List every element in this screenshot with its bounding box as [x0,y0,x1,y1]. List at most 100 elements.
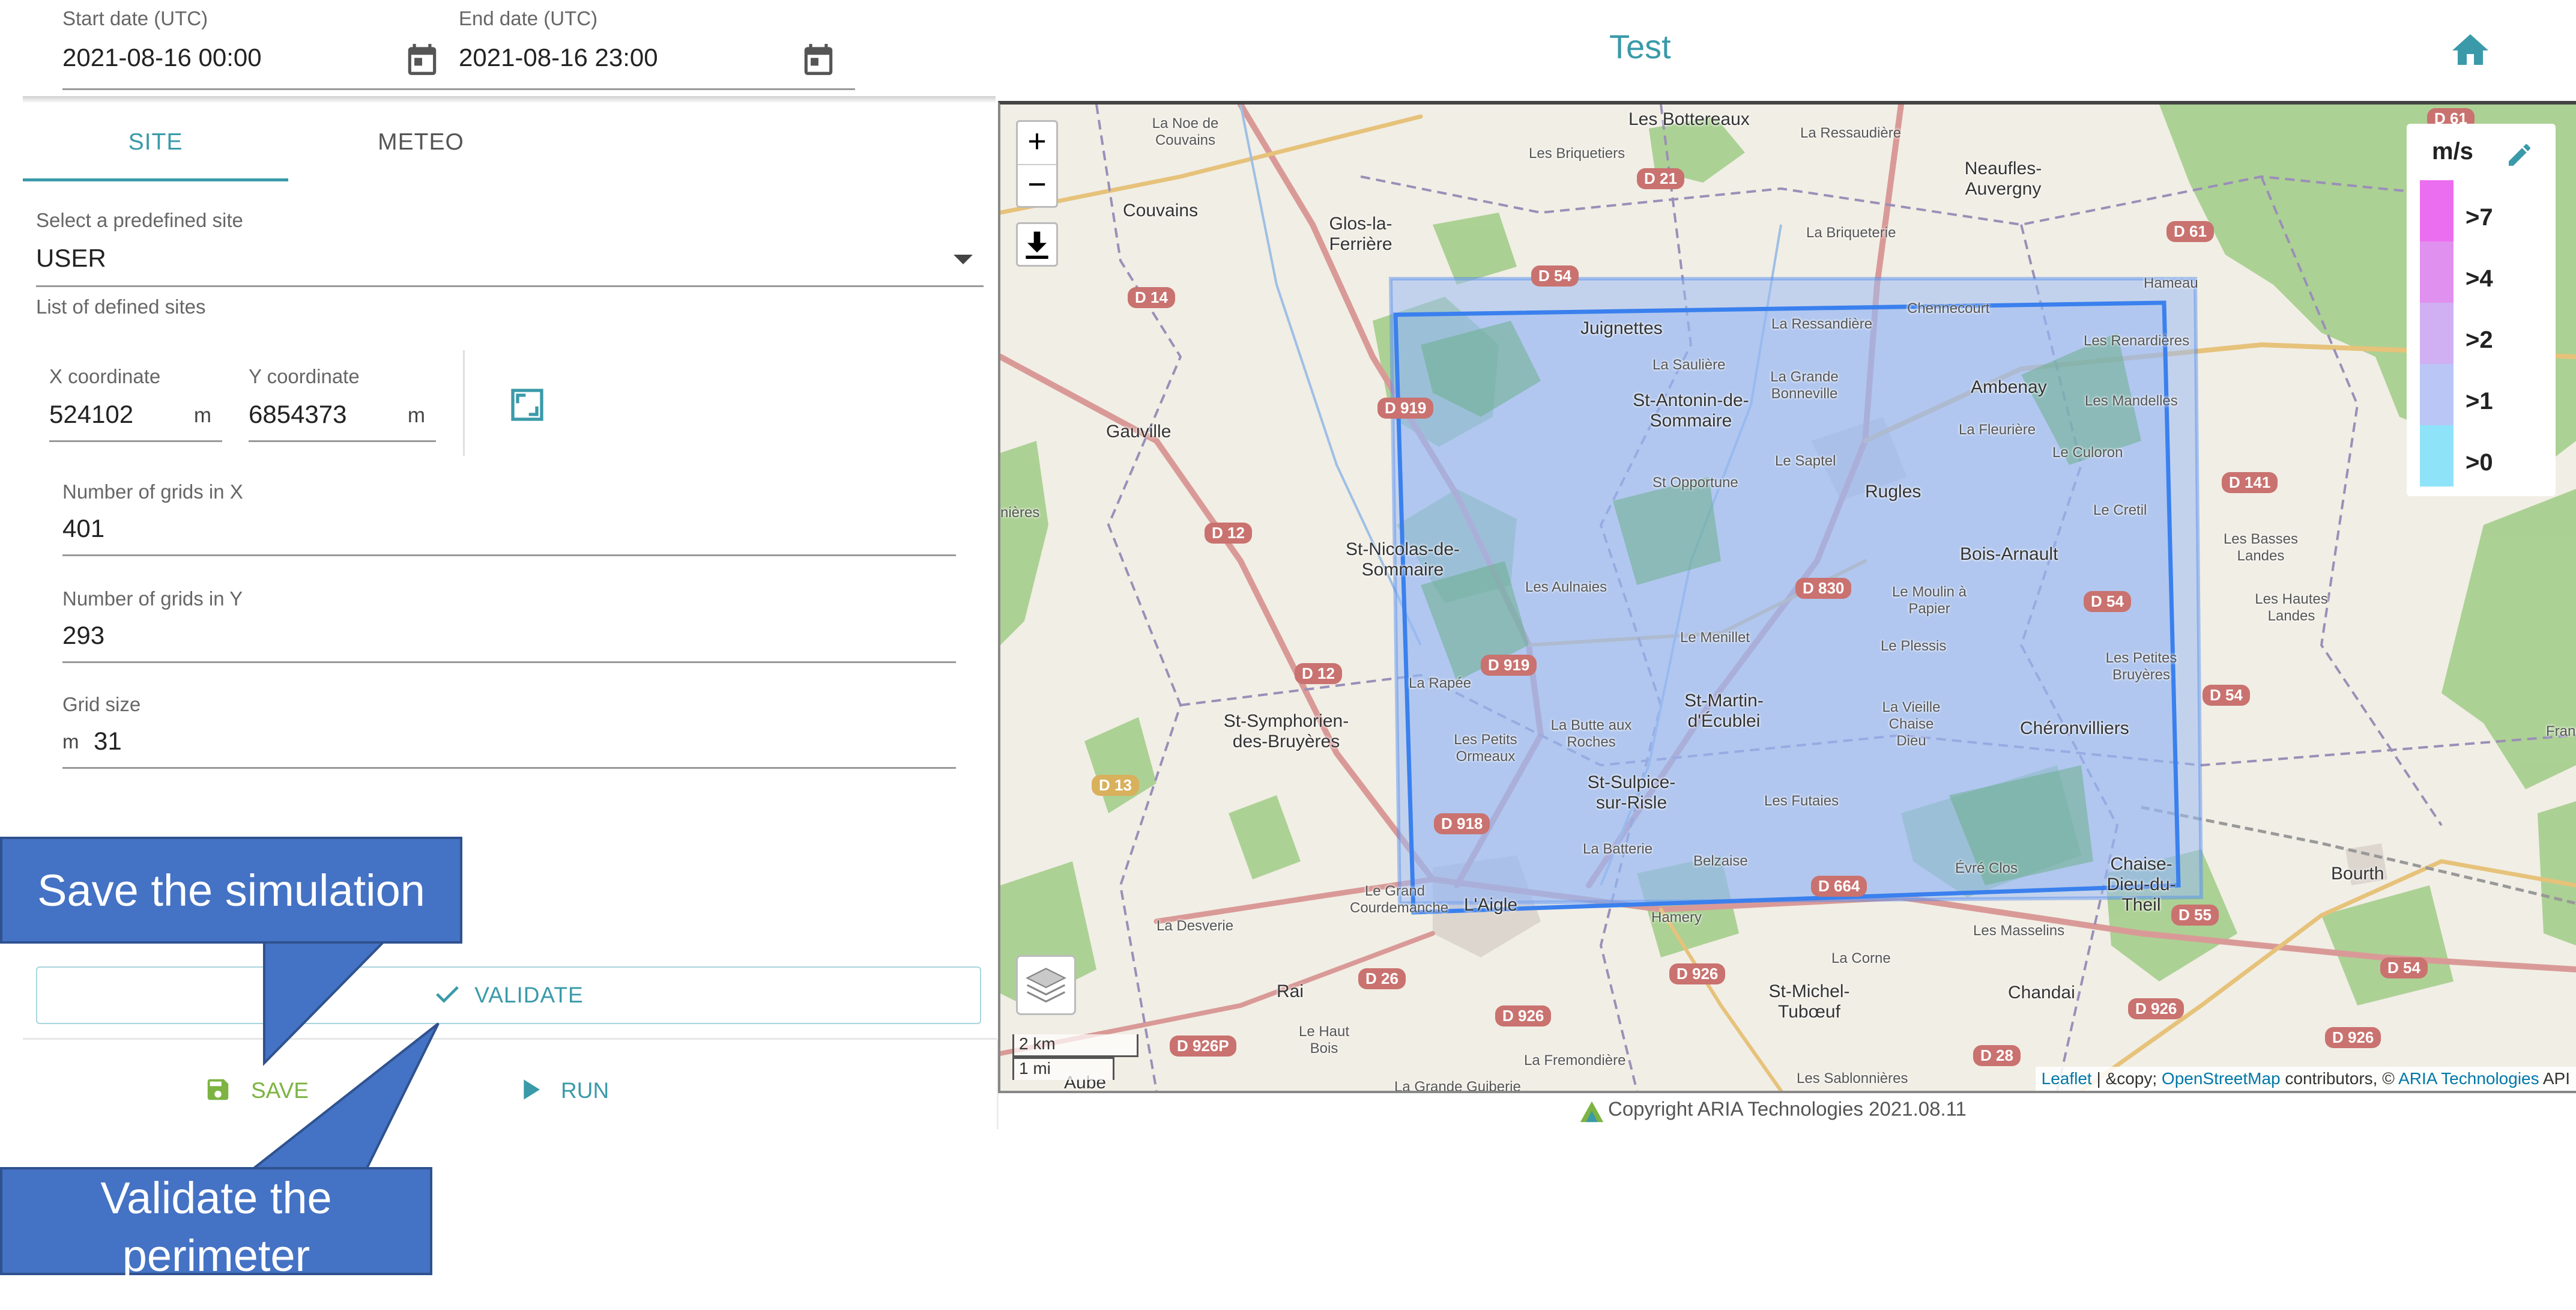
place-label: St-Martin-d'Écublei [1684,691,1764,731]
place-label: Les Petites Bruyères [2105,650,2177,683]
road-label: D 919 [1377,398,1434,419]
place-label: Franch [2546,723,2576,739]
road-label: D 26 [1358,968,1406,989]
place-label: La Noe de Couvains [1152,115,1219,148]
home-icon[interactable] [2449,28,2492,66]
road-label: D 12 [1295,663,1342,684]
place-label: Belzaise [1693,853,1748,869]
road-label: D 55 [2171,905,2219,926]
legend-swatch [2420,364,2454,425]
place-label: Bois-Arnault [1960,544,2058,564]
place-label: La Ressandière [1771,316,1873,332]
zoom-control: + − [1016,120,1058,208]
place-label: Chennecourt [1907,300,1990,317]
place-label: Le Cretil [2093,502,2147,518]
callout-save-simulation: Save the simulation [0,837,462,944]
place-label: Chandai [2008,983,2075,1002]
place-label: La Grande Guiberie [1394,1079,1521,1093]
place-label: Le Grand Courdemanche [1350,883,1449,916]
place-label: Le Plessis [1881,638,1947,654]
road-label: D 926P [1170,1036,1236,1057]
aria-link[interactable]: ARIA Technologies [2398,1069,2539,1088]
place-label: Gauville [1106,422,1172,441]
end-date-value[interactable]: 2021-08-16 23:00 [459,43,658,72]
place-label: Le Saptel [1775,453,1836,469]
place-label: St-Michel-Tubœuf [1768,981,1850,1022]
place-label: Neaufles-Auvergny [1964,159,2042,199]
road-label: D 54 [1531,265,1579,287]
legend-swatch [2420,425,2454,487]
road-label: D 54 [2084,591,2131,612]
place-label: La Batterie [1583,841,1653,857]
place-label: Hamery [1651,909,1702,926]
run-button[interactable]: RUN [520,1067,640,1115]
layers-button[interactable] [1016,955,1076,1015]
calendar-icon[interactable] [800,41,837,78]
legend-label: >1 [2466,388,2493,414]
attribution-api: API [2539,1069,2570,1088]
scale-km: 2 km [1012,1034,1138,1057]
zoom-out-button[interactable]: − [1018,165,1056,207]
road-label: D 664 [1811,876,1867,897]
road-label: D 926 [2128,998,2184,1019]
download-button[interactable] [1016,222,1058,267]
place-label: Chéronvilliers [2020,718,2129,738]
run-button-label: RUN [561,1078,609,1103]
place-label: St-Antonin-de-Sommaire [1633,390,1749,431]
road-label: D 926 [2325,1027,2381,1048]
layers-icon [1026,968,1066,1003]
attribution-sep: | &copy; [2091,1069,2162,1088]
road-label: D 61 [2166,221,2214,242]
road-label: D 21 [1637,168,1684,189]
edit-pencil-icon[interactable] [2505,141,2534,169]
place-label: Les Sablonnières [1797,1070,1908,1087]
place-label: St-Symphorien-des-Bruyères [1223,711,1349,751]
road-label: D 28 [1973,1045,2021,1066]
place-label: Évré Clos [1955,860,2018,876]
road-label: D 13 [1092,775,1139,796]
road-label: D 919 [1481,655,1537,676]
place-label: La Butte aux Roches [1550,717,1632,750]
copyright-text: Copyright ARIA Technologies 2021.08.11 [1608,1097,1967,1120]
map-view[interactable]: Les Bottereaux La Noe de Couvains Les Br… [998,101,2576,1093]
place-label: Les Briquetiers [1529,145,1625,162]
leaflet-link[interactable]: Leaflet [2042,1069,2092,1088]
legend-label: >0 [2466,449,2493,476]
place-label: Le Haut Bois [1298,1023,1350,1057]
place-label: L'Aigle [1464,895,1518,915]
place-label: Les Mandelles [2085,393,2178,409]
place-label: Les Hautes Landes [2255,591,2328,624]
place-label: Rugles [1865,482,1921,502]
aria-logo-icon [1580,1101,1604,1123]
osm-link[interactable]: OpenStreetMap [2162,1069,2281,1088]
road-label: D 54 [2203,685,2250,706]
place-label: Juignettes [1580,318,1663,338]
legend-label: >2 [2466,327,2493,353]
copyright-footer: Copyright ARIA Technologies 2021.08.11 [1578,1097,1967,1128]
end-date-field[interactable]: End date (UTC) 2021-08-16 23:00 [459,0,855,90]
place-label: La Fleurière [1959,422,2036,438]
map-attribution: Leaflet | &copy; OpenStreetMap contribut… [2035,1067,2576,1091]
place-label: La Corne [1831,950,1891,966]
place-label: Couvains [1123,201,1199,220]
road-label: D 830 [1795,578,1852,599]
place-label: La Fremondière [1524,1052,1626,1069]
legend-swatch [2420,241,2454,303]
place-label: Chaise-Dieu-du-Theil [2106,854,2176,915]
play-icon [524,1079,540,1100]
place-label: Les Petits Ormeaux [1454,732,1517,765]
zoom-in-button[interactable]: + [1018,122,1056,165]
callout-pointers [249,940,440,1171]
place-label: St-Nicolas-de-Sommaire [1345,539,1460,580]
place-label: St Opportune [1652,475,1738,491]
place-label: Le Culoron [2052,444,2123,461]
place-label: Rai [1277,981,1304,1001]
road-label: D 54 [2380,957,2428,978]
basemap [1000,105,2576,1091]
place-label: Les Basses Landes [2223,531,2299,564]
dropdown-arrow-icon[interactable] [954,255,973,264]
place-label: La Saulière [1652,357,1726,373]
fit-bounds-icon[interactable] [508,386,546,424]
scale-mi: 1 mi [1012,1057,1114,1080]
road-label: D 141 [2222,472,2278,493]
